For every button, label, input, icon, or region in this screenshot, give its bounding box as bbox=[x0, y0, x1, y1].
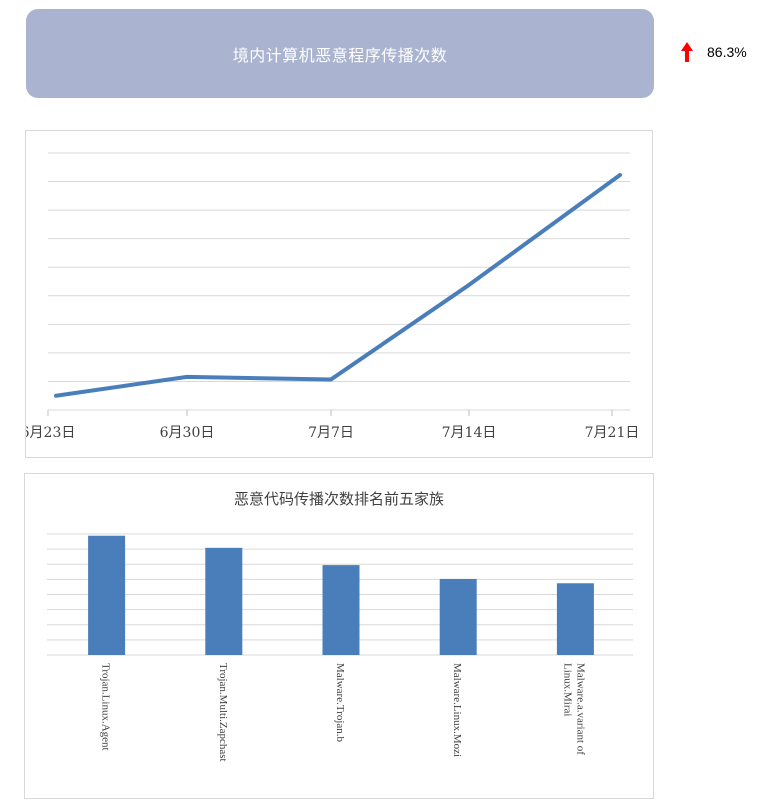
bar bbox=[88, 535, 126, 655]
bar bbox=[205, 547, 243, 655]
bar bbox=[556, 583, 594, 655]
x-tick-label: Trojan.Linux.Agent bbox=[100, 663, 112, 751]
x-tick-label: Malware.a.variant ofLinux.Mirai bbox=[561, 663, 586, 755]
bar bbox=[322, 565, 360, 655]
page-title: 境内计算机恶意程序传播次数 bbox=[232, 45, 448, 65]
bar bbox=[439, 578, 477, 655]
line-series bbox=[54, 172, 622, 398]
line-chart: 6月23日 6月30日 7月7日 7月14日 7月21日 bbox=[26, 152, 640, 441]
x-tick-label: 7月7日 bbox=[308, 425, 354, 441]
x-tick-label: 6月23日 bbox=[26, 425, 75, 441]
x-tick-label: 6月30日 bbox=[160, 425, 215, 441]
trend-value: 86.3% bbox=[707, 44, 747, 60]
chart-title: 恶意代码传播次数排名前五家族 bbox=[234, 490, 444, 508]
x-tick-label: Trojan.Multi.Zapchast bbox=[217, 663, 229, 762]
x-tick-label: Malware.Trojan.b bbox=[334, 663, 346, 743]
header-banner: 境内计算机恶意程序传播次数 bbox=[26, 9, 654, 98]
trend-indicator: 86.3% bbox=[680, 40, 747, 64]
bar-chart: 恶意代码传播次数排名前五家族 Trojan.Linux.Agent Trojan.M… bbox=[47, 490, 633, 762]
arrow-up-icon bbox=[681, 42, 693, 62]
x-tick-label: 7月21日 bbox=[585, 425, 640, 441]
bar-chart-panel: 恶意代码传播次数排名前五家族 Trojan.Linux.Agent Trojan.M… bbox=[24, 473, 654, 799]
x-tick-label: 7月14日 bbox=[442, 425, 497, 441]
line-chart-panel: 6月23日 6月30日 7月7日 7月14日 7月21日 bbox=[25, 130, 653, 458]
x-tick-label: Malware.Linux.Mozi bbox=[451, 663, 463, 757]
